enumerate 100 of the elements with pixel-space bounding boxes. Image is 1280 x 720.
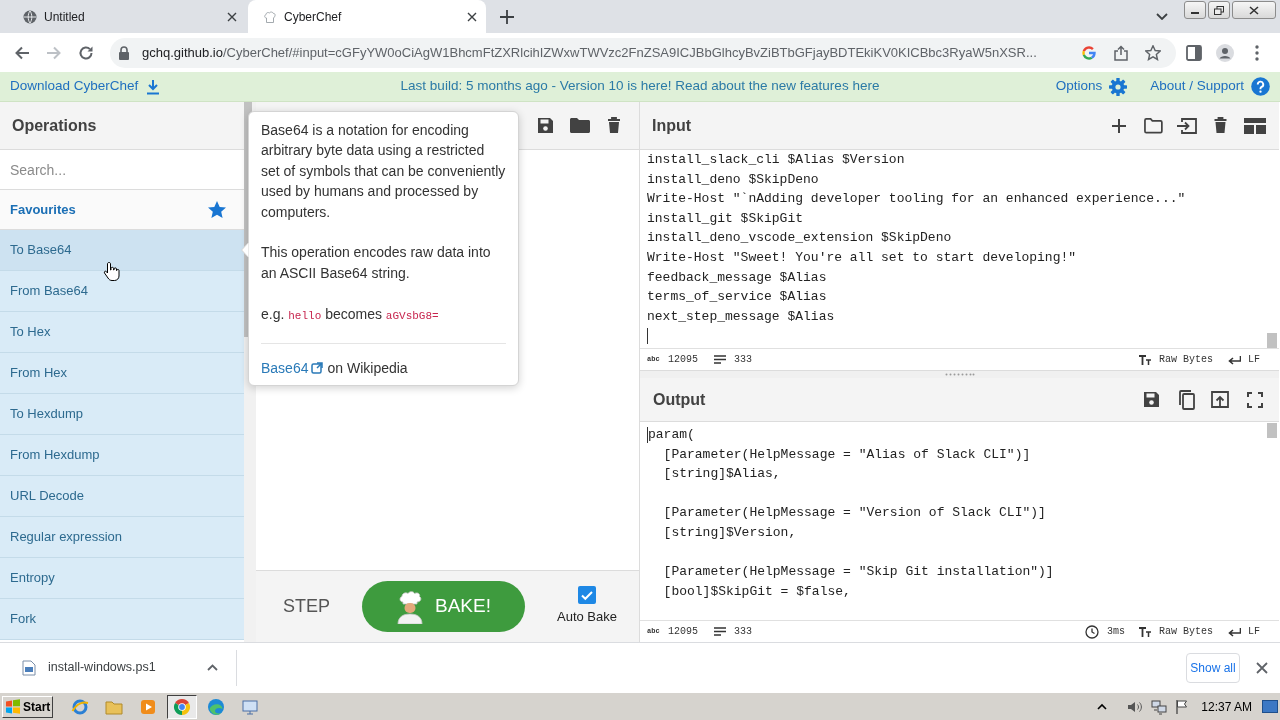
fullscreen-icon[interactable] bbox=[1247, 391, 1263, 408]
panel-title: Output bbox=[653, 389, 706, 410]
encoding-selector[interactable]: Raw Bytes bbox=[1158, 624, 1213, 639]
bake-button[interactable]: BAKE! bbox=[362, 581, 525, 632]
release-notice-link[interactable]: Last build: 5 months ago - Version 10 is here! Read about the new features here bbox=[400, 76, 880, 97]
copy-icon[interactable] bbox=[1178, 389, 1195, 410]
eol-selector[interactable]: LF bbox=[1248, 624, 1260, 639]
layout-icon[interactable] bbox=[1244, 116, 1266, 135]
operation-item[interactable]: To Base64 bbox=[0, 230, 244, 271]
input-text-area[interactable]: install_slack_cli $Alias $Version install_deno $SkipDeno Write-Host "`nAdding developer tooling for an enhanced experience..." install_git $SkipGit install_deno_vscode_extension $SkipDeno Write-Host "Sweet! You're all set to start developing!" feedback_message $Alias terms_of_service $Alias next_step_message $Alias bbox=[647, 150, 1279, 327]
operation-item[interactable]: From Base64 bbox=[0, 271, 244, 312]
browser-tab[interactable]: CyberChef bbox=[248, 0, 486, 33]
about-link[interactable]: About / Support bbox=[1150, 76, 1244, 97]
address-bar[interactable]: gchq.github.io/CyberChef/#input=cGFyYW0oCiAgW1BhcmFtZXRlcihIZWxwTWVzc2FnZSA9ICJBbGlhcyBvZiBTbGFjayBDTEkiKV0KICBbc3RyaW5nXSR... bbox=[110, 37, 1176, 68]
operation-item[interactable]: From Hex bbox=[0, 353, 244, 394]
lines-icon bbox=[714, 627, 726, 636]
download-link[interactable]: Download CyberChef bbox=[10, 76, 139, 97]
export-icon[interactable] bbox=[1210, 390, 1230, 409]
eol-selector[interactable]: LF bbox=[1248, 352, 1260, 367]
resize-handle[interactable] bbox=[944, 373, 975, 376]
scrollbar-thumb[interactable] bbox=[1267, 423, 1277, 438]
windows-flag-icon bbox=[5, 699, 21, 714]
close-icon[interactable] bbox=[227, 11, 237, 22]
text-caret bbox=[647, 328, 648, 345]
segmented-circle-icon bbox=[173, 697, 191, 716]
new-tab-icon[interactable] bbox=[500, 9, 514, 24]
chevron-down-icon[interactable] bbox=[1156, 13, 1168, 20]
monitor-icon bbox=[241, 697, 259, 716]
close-icon[interactable] bbox=[467, 11, 477, 22]
operation-item[interactable]: Entropy bbox=[0, 558, 244, 599]
profile-icon[interactable] bbox=[1216, 43, 1234, 62]
show-all-button[interactable]: Show all bbox=[1186, 652, 1240, 683]
minimize-icon bbox=[1191, 12, 1199, 14]
reload-icon[interactable] bbox=[78, 44, 94, 61]
chef-hat-icon bbox=[263, 9, 277, 24]
side-panel-icon[interactable] bbox=[1186, 44, 1202, 61]
star-icon[interactable] bbox=[207, 199, 227, 220]
share-icon[interactable] bbox=[1113, 44, 1129, 61]
checkbox-label: Auto Bake bbox=[557, 608, 617, 627]
import-icon[interactable] bbox=[1176, 116, 1198, 135]
wikipedia-link[interactable]: Base64 bbox=[261, 358, 309, 379]
auto-bake-checkbox[interactable] bbox=[578, 586, 596, 605]
settings-icon[interactable] bbox=[1108, 76, 1129, 97]
description-text: This operation encodes raw data into an ASCII Base64 string. bbox=[261, 243, 492, 283]
restore-button[interactable] bbox=[1208, 1, 1230, 19]
wave-icon bbox=[207, 697, 225, 716]
link-suffix-text: on Wikipedia bbox=[327, 359, 408, 379]
favourites-category[interactable]: Favourites bbox=[0, 190, 244, 230]
scrollbar-thumb[interactable] bbox=[1267, 333, 1277, 348]
operation-item[interactable]: From Hexdump bbox=[0, 435, 244, 476]
clock-text[interactable]: 12:37 AM bbox=[1201, 697, 1252, 716]
operation-item[interactable]: Regular expression bbox=[0, 517, 244, 558]
line-count: 333 bbox=[734, 625, 753, 639]
encoding-selector[interactable]: Raw Bytes bbox=[1158, 352, 1213, 367]
close-icon[interactable] bbox=[1256, 661, 1268, 674]
operation-item[interactable]: To Hex bbox=[0, 312, 244, 353]
g-icon[interactable] bbox=[1081, 44, 1097, 61]
operation-item[interactable]: Fork bbox=[0, 599, 244, 640]
lines-icon bbox=[714, 355, 726, 364]
output-text: param( [Parameter(HelpMessage = "Alias of Slack CLI")] [string]$Alias, [Parameter(HelpMessage = "Version of Slack CLI")] [string]$Version, [Parameter(HelpMessage = "Skip Git installation")] [bool]$SkipGit = $false, bbox=[648, 426, 1054, 601]
download-item[interactable]: install-windows.ps1 bbox=[14, 649, 226, 686]
close-icon bbox=[1249, 5, 1259, 15]
url-text: gchq.github.io/CyberChef/#input=cGFyYW0oCiAgW1BhcmFtZXRlcihIZWxwTWVzc2FnZSA9ICJBbGlhcyBvZiBTbGFjayBDTEkiKV0KICBbc3RyaW5nXSR... bbox=[142, 43, 1037, 62]
taskbar-button[interactable] bbox=[167, 694, 197, 719]
panel-title: Operations bbox=[12, 115, 97, 136]
length-count: 12095 bbox=[668, 353, 698, 367]
line-count: 333 bbox=[734, 353, 753, 367]
chevron-up-icon[interactable] bbox=[1097, 703, 1108, 710]
plus-icon[interactable] bbox=[1112, 118, 1126, 133]
external-link-icon[interactable] bbox=[311, 362, 324, 375]
close-window-button[interactable] bbox=[1232, 1, 1276, 19]
options-link[interactable]: Options bbox=[1055, 76, 1103, 97]
folder-icon[interactable] bbox=[570, 117, 590, 134]
trash-icon[interactable] bbox=[1213, 117, 1228, 134]
help-icon[interactable] bbox=[1251, 77, 1270, 96]
text-caret bbox=[647, 427, 648, 443]
return-icon bbox=[1228, 626, 1241, 637]
download-icon[interactable] bbox=[146, 78, 161, 95]
back-icon[interactable] bbox=[14, 44, 30, 61]
flag-icon[interactable] bbox=[1175, 698, 1190, 715]
hand-cursor-icon bbox=[103, 261, 120, 282]
step-button[interactable]: STEP bbox=[283, 593, 330, 620]
save-icon[interactable] bbox=[537, 117, 554, 134]
globe-icon bbox=[23, 9, 37, 24]
panel-title: Input bbox=[652, 115, 692, 136]
file-icon bbox=[22, 659, 36, 676]
bake-time: 3ms bbox=[1106, 625, 1125, 639]
trash-icon[interactable] bbox=[607, 117, 621, 134]
minimize-button[interactable] bbox=[1184, 1, 1206, 19]
bookmark-star-icon[interactable] bbox=[1145, 44, 1161, 61]
chef-icon bbox=[396, 589, 424, 624]
network-icon[interactable] bbox=[1151, 698, 1168, 715]
lock-icon[interactable] bbox=[118, 45, 130, 60]
operation-item[interactable]: To Hexdump bbox=[0, 394, 244, 435]
return-icon bbox=[1228, 354, 1241, 365]
save-icon[interactable] bbox=[1143, 391, 1160, 408]
start-button[interactable]: Start bbox=[2, 695, 53, 718]
folder-icon[interactable] bbox=[1144, 117, 1163, 134]
menu-icon[interactable] bbox=[1255, 44, 1259, 61]
operation-item[interactable]: URL Decode bbox=[0, 476, 244, 517]
